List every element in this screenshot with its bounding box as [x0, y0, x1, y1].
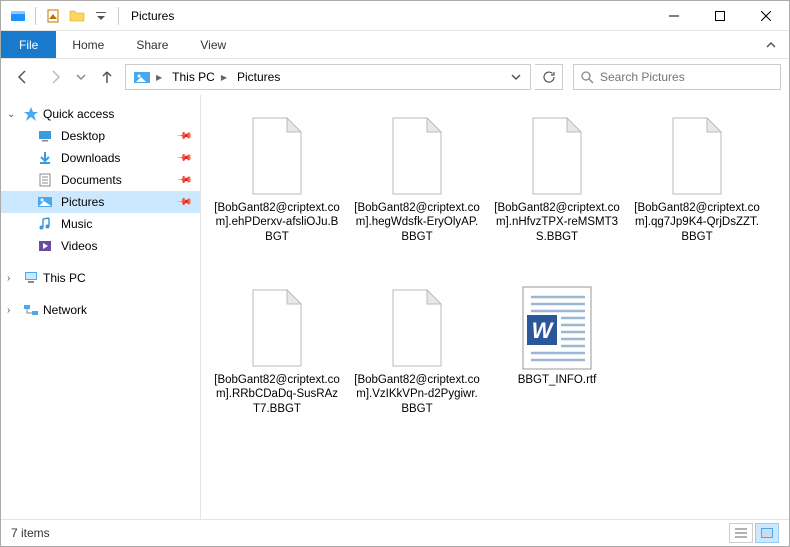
file-name: [BobGant82@criptext.com].RRbCDaDq-SusRAz…	[213, 373, 341, 416]
chevron-right-icon: ▶	[221, 73, 227, 82]
file-name: [BobGant82@criptext.com].hegWdsfk-EryOly…	[353, 201, 481, 244]
address-bar: ▶ This PC ▶ Pictures	[1, 59, 789, 95]
chevron-down-icon: ⌄	[7, 109, 19, 120]
status-bar: 7 items	[1, 519, 789, 545]
breadcrumb-history-dropdown[interactable]	[506, 63, 526, 91]
generic-file-icon	[385, 116, 449, 196]
minimize-button[interactable]	[651, 1, 697, 30]
recent-dropdown[interactable]	[73, 63, 89, 91]
sidebar-quick-access[interactable]: ⌄ Quick access	[1, 103, 200, 125]
items-view[interactable]: [BobGant82@criptext.com].ehPDerxv-afsliO…	[201, 95, 789, 519]
network-icon	[23, 302, 39, 318]
up-button[interactable]	[93, 63, 121, 91]
sidebar-item-label: Documents	[61, 173, 122, 187]
tab-home[interactable]: Home	[56, 31, 120, 58]
sidebar-network[interactable]: › Network	[1, 299, 200, 321]
minimize-ribbon-button[interactable]	[753, 31, 789, 58]
maximize-button[interactable]	[697, 1, 743, 30]
file-name: [BobGant82@criptext.com].qg7Jp9K4-QrjDsZ…	[633, 201, 761, 244]
item-count: 7 items	[11, 526, 50, 540]
sidebar-item-label: Pictures	[61, 195, 104, 209]
pin-icon: 📌	[175, 172, 192, 189]
file-item[interactable]: [BobGant82@criptext.com].hegWdsfk-EryOly…	[347, 105, 487, 277]
videos-icon	[37, 238, 53, 254]
file-name: BBGT_INFO.rtf	[518, 373, 597, 387]
pictures-folder-icon	[134, 70, 150, 84]
ribbon: File Home Share View	[1, 31, 789, 59]
file-item[interactable]: BBGT_INFO.rtf	[487, 277, 627, 449]
generic-file-icon	[665, 116, 729, 196]
qat-customize-dropdown[interactable]	[90, 5, 112, 27]
sidebar-item-label: Desktop	[61, 129, 105, 143]
file-name: [BobGant82@criptext.com].nHfvzTPX-reMSMT…	[493, 201, 621, 244]
forward-button[interactable]	[41, 63, 69, 91]
breadcrumb[interactable]: ▶ This PC ▶ Pictures	[125, 64, 531, 90]
pin-icon: 📌	[175, 194, 192, 211]
file-item[interactable]: [BobGant82@criptext.com].RRbCDaDq-SusRAz…	[207, 277, 347, 449]
titlebar: Pictures	[1, 1, 789, 31]
sidebar-item-desktop[interactable]: Desktop 📌	[1, 125, 200, 147]
chevron-right-icon: ›	[7, 273, 19, 284]
chevron-right-icon: ›	[7, 305, 19, 316]
breadcrumb-this-pc[interactable]: This PC ▶	[168, 65, 233, 89]
pin-icon: 📌	[175, 150, 192, 167]
window-title: Pictures	[131, 9, 174, 23]
pictures-icon	[37, 194, 53, 210]
details-view-button[interactable]	[729, 523, 753, 543]
close-button[interactable]	[743, 1, 789, 30]
chevron-right-icon: ▶	[156, 73, 162, 82]
navigation-pane: ⌄ Quick access Desktop📌Downloads📌Documen…	[1, 95, 201, 519]
star-icon	[23, 106, 39, 122]
refresh-button[interactable]	[535, 64, 563, 90]
pin-icon: 📌	[175, 128, 192, 145]
generic-file-icon	[525, 116, 589, 196]
thumbnails-view-button[interactable]	[755, 523, 779, 543]
generic-file-icon	[385, 288, 449, 368]
tab-view[interactable]: View	[184, 31, 242, 58]
breadcrumb-root[interactable]: ▶	[130, 65, 168, 89]
sidebar-item-pictures[interactable]: Pictures 📌	[1, 191, 200, 213]
back-button[interactable]	[9, 63, 37, 91]
downloads-icon	[37, 150, 53, 166]
search-field[interactable]	[600, 70, 774, 84]
sidebar-item-documents[interactable]: Documents 📌	[1, 169, 200, 191]
file-name: [BobGant82@criptext.com].ehPDerxv-afsliO…	[213, 201, 341, 244]
tab-share[interactable]: Share	[120, 31, 184, 58]
sidebar-item-label: Music	[61, 217, 92, 231]
sidebar-item-videos[interactable]: Videos	[1, 235, 200, 257]
sidebar-item-label: Downloads	[61, 151, 120, 165]
breadcrumb-pictures[interactable]: Pictures	[233, 65, 284, 89]
generic-file-icon	[245, 116, 309, 196]
file-item[interactable]: [BobGant82@criptext.com].nHfvzTPX-reMSMT…	[487, 105, 627, 277]
tab-file[interactable]: File	[1, 31, 56, 58]
sidebar-item-label: Videos	[61, 239, 97, 253]
qat-new-folder[interactable]	[66, 5, 88, 27]
qat-properties[interactable]	[42, 5, 64, 27]
documents-icon	[37, 172, 53, 188]
pc-icon	[23, 270, 39, 286]
sidebar-item-music[interactable]: Music	[1, 213, 200, 235]
explorer-icon	[7, 5, 29, 27]
music-icon	[37, 216, 53, 232]
sidebar-this-pc[interactable]: › This PC	[1, 267, 200, 289]
generic-file-icon	[245, 288, 309, 368]
desktop-icon	[37, 128, 53, 144]
word-document-icon	[519, 285, 595, 371]
file-item[interactable]: [BobGant82@criptext.com].qg7Jp9K4-QrjDsZ…	[627, 105, 767, 277]
search-input[interactable]	[573, 64, 781, 90]
file-item[interactable]: [BobGant82@criptext.com].VzIKkVPn-d2Pygi…	[347, 277, 487, 449]
file-name: [BobGant82@criptext.com].VzIKkVPn-d2Pygi…	[353, 373, 481, 416]
search-icon	[580, 70, 594, 84]
file-item[interactable]: [BobGant82@criptext.com].ehPDerxv-afsliO…	[207, 105, 347, 277]
sidebar-item-downloads[interactable]: Downloads 📌	[1, 147, 200, 169]
